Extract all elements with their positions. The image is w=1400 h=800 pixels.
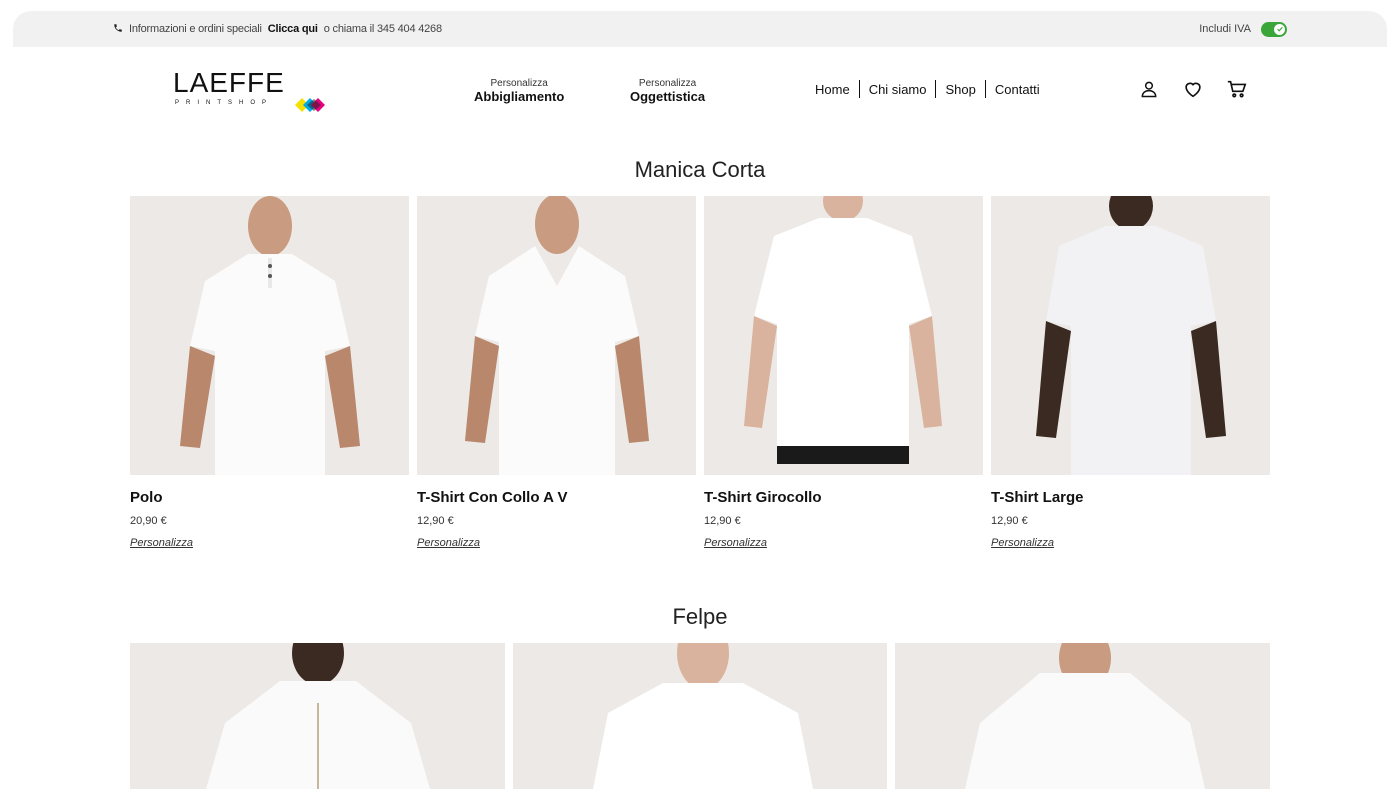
check-icon	[1274, 23, 1285, 35]
product-image[interactable]	[130, 196, 409, 475]
product-price: 12,90 €	[417, 515, 454, 527]
product-grid: Polo 20,90 € Personalizza T-Shirt Con Co…	[130, 196, 1270, 551]
product-name[interactable]: T-Shirt Large	[991, 489, 1270, 506]
product-image[interactable]	[130, 643, 505, 789]
heart-icon[interactable]	[1181, 77, 1205, 101]
customize-link[interactable]: Personalizza	[130, 537, 193, 549]
nav-home[interactable]: Home	[806, 82, 859, 97]
nav-category-big: Abbigliamento	[474, 89, 565, 104]
contact-info: Informazioni e ordini speciali Clicca qu…	[113, 23, 442, 36]
header-actions	[1137, 77, 1249, 101]
logo-diamonds-icon	[295, 98, 325, 112]
product-name[interactable]: Polo	[130, 489, 409, 506]
main-nav: Home Chi siamo Shop Contatti	[806, 80, 1049, 98]
nav-personalizza-oggettistica[interactable]: Personalizza Oggettistica	[630, 77, 705, 103]
product-card: T-Shirt Large 12,90 € Personalizza	[991, 196, 1270, 551]
product-image[interactable]	[512, 643, 888, 789]
customize-link[interactable]: Personalizza	[991, 537, 1054, 549]
product-image[interactable]	[991, 196, 1270, 475]
contact-link[interactable]: Clicca qui	[268, 23, 318, 35]
site-header: LAEFFE PRINTSHOP Personalizza Abbigliame…	[0, 47, 1400, 137]
nav-category-big: Oggettistica	[630, 89, 706, 104]
call-text: o chiama il 345 404 4268	[323, 23, 442, 35]
product-image[interactable]	[417, 196, 696, 475]
product-name[interactable]: T-Shirt Girocollo	[704, 489, 983, 506]
product-price: 12,90 €	[704, 515, 741, 527]
logo-subtitle: PRINTSHOP	[175, 100, 274, 106]
section-title-felpe: Felpe	[672, 604, 728, 629]
top-info-bar: Informazioni e ordini speciali Clicca qu…	[13, 11, 1387, 47]
logo-title: LAEFFE	[173, 67, 285, 98]
nav-personalizza-abbigliamento[interactable]: Personalizza Abbigliamento	[474, 77, 564, 103]
product-price: 12,90 €	[991, 515, 1028, 527]
product-name[interactable]: T-Shirt Con Collo A V	[417, 489, 696, 506]
user-icon[interactable]	[1137, 77, 1161, 101]
info-text: Informazioni e ordini speciali	[129, 23, 262, 35]
nav-chi-siamo[interactable]: Chi siamo	[860, 82, 936, 97]
customize-link[interactable]: Personalizza	[417, 537, 480, 549]
product-card: Polo 20,90 € Personalizza	[130, 196, 409, 551]
vat-toggle[interactable]	[1261, 21, 1287, 37]
vat-label: Includi IVA	[1199, 23, 1251, 35]
product-price: 20,90 €	[130, 515, 167, 527]
phone-icon	[113, 23, 123, 36]
product-grid-felpe	[130, 643, 1271, 789]
product-card: T-Shirt Girocollo 12,90 € Personalizza	[704, 196, 983, 551]
customize-link[interactable]: Personalizza	[704, 537, 767, 549]
nav-shop[interactable]: Shop	[936, 82, 984, 97]
cart-icon[interactable]	[1225, 77, 1249, 101]
product-image[interactable]	[704, 196, 983, 475]
product-card: T-Shirt Con Collo A V 12,90 € Personaliz…	[417, 196, 696, 551]
section-title-manica-corta: Manica Corta	[634, 157, 766, 182]
logo[interactable]: LAEFFE PRINTSHOP	[173, 69, 333, 115]
product-image[interactable]	[895, 643, 1271, 789]
nav-contatti[interactable]: Contatti	[986, 82, 1049, 97]
